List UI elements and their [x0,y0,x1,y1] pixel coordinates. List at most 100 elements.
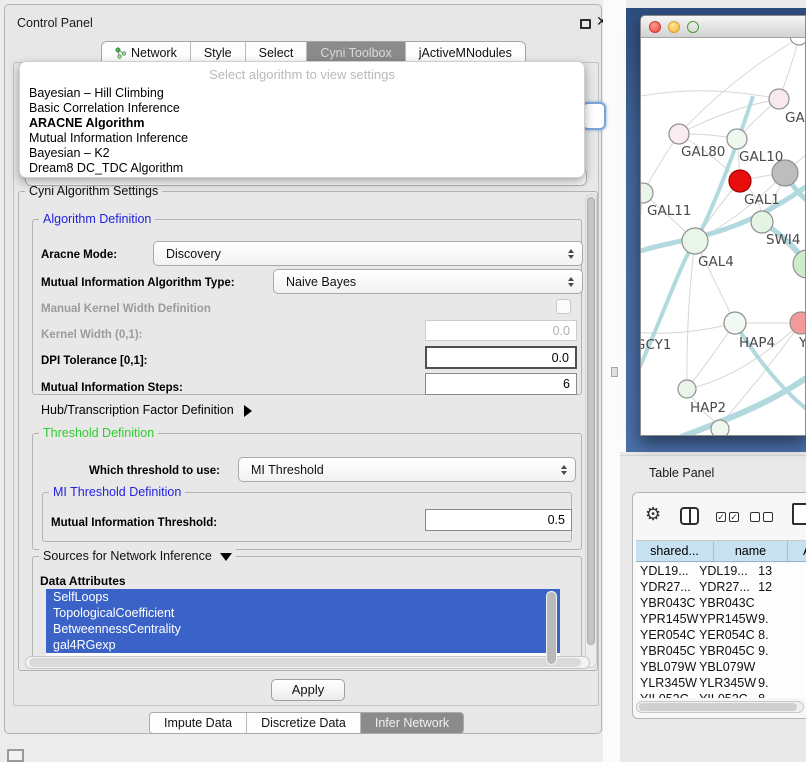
aracne-mode-select[interactable]: Discovery [153,241,583,266]
splitter-handle[interactable] [611,367,618,377]
threshold-definition-title: Threshold Definition [39,426,158,440]
node-gal4[interactable] [682,228,708,254]
algorithm-option[interactable]: Bayesian – Hill Climbing [20,86,584,101]
tab-style[interactable]: Style [191,42,246,63]
cell: 12 [758,579,806,595]
tab-impute-data[interactable]: Impute Data [150,713,247,733]
node-salmon[interactable] [790,312,806,334]
kernel-width-input[interactable] [425,320,577,341]
expanded-arrow-icon [220,553,232,561]
table-row[interactable]: YBL079WYBL079W [636,659,806,675]
column-header-name[interactable]: name [714,541,788,561]
attribute-item[interactable]: SelfLoops [46,589,560,605]
deselect-all-checkbox-icon[interactable] [763,512,773,522]
table-row[interactable]: YIL052CYIL052C8. [636,691,806,698]
mi-type-select[interactable]: Naive Bayes [273,269,583,294]
node-gal80[interactable] [669,124,689,144]
apply-button[interactable]: Apply [271,679,345,701]
sources-group-title[interactable]: Sources for Network Inference [39,549,236,563]
algorithm-option[interactable]: Mutual Information Inference [20,131,584,146]
cell: 8. [758,691,806,698]
manual-kernel-label: Manual Kernel Width Definition [41,303,211,315]
screen: Control Panel ✕ Network Style Select Cyn… [0,0,806,762]
node[interactable] [790,38,806,45]
algorithm-option[interactable]: Bayesian – K2 [20,146,584,161]
mi-threshold-group-title: MI Threshold Definition [49,485,185,499]
manual-kernel-checkbox[interactable] [556,299,571,314]
scrollbar-thumb[interactable] [547,592,556,664]
document-icon[interactable] [792,503,806,525]
tab-infer-network[interactable]: Infer Network [361,713,463,733]
column-header-partial[interactable]: A [788,541,806,561]
algorithm-dropdown-list: Select algorithm to view settings Bayesi… [19,61,585,178]
table-row[interactable]: YER054CYER054C8. [636,627,806,643]
select-all-checkbox-icon[interactable]: ✓ [729,512,739,522]
node[interactable] [711,420,729,436]
node-label: GAL1 [744,192,780,208]
node-hap2[interactable] [678,380,696,398]
close-traffic-light-icon[interactable] [649,21,661,33]
mi-steps-input[interactable] [425,373,577,395]
algorithm-definition-title: Algorithm Definition [39,212,155,226]
attribute-item[interactable]: TopologicalCoefficient [46,605,560,621]
network-window-titlebar[interactable] [641,16,805,38]
scrollbar-thumb[interactable] [29,658,581,667]
node-gal1-red[interactable] [729,170,751,192]
table-body: YDL19...YDL19...13 YDR27...YDR27...12 YB… [636,563,806,698]
which-threshold-select[interactable]: MI Threshold [238,457,576,482]
deselect-all-checkbox-icon[interactable] [750,512,760,522]
cell: YDR27... [699,579,758,595]
node-label: SWI4 [766,232,801,248]
scrollbar-thumb[interactable] [639,703,797,711]
obscured-focused-combo-fragment [582,102,606,130]
hub-definition-toggle[interactable]: Hub/Transcription Factor Definition [41,403,252,417]
minimize-traffic-light-icon[interactable] [668,21,680,33]
attributes-list-scrollbar[interactable] [546,591,557,665]
select-all-checkbox-icon[interactable]: ✓ [716,512,726,522]
combo-arrows-icon [568,277,574,287]
algorithm-option-selected[interactable]: ARACNE Algorithm [20,116,584,131]
algorithm-option[interactable]: Basic Correlation Inference [20,101,584,116]
attribute-item[interactable]: BetweennessCentrality [46,621,560,637]
settings-group-title: Cyni Algorithm Settings [25,184,162,198]
columns-icon[interactable] [680,507,699,525]
settings-horizontal-scrollbar[interactable] [25,656,590,669]
scrollbar-thumb[interactable] [587,197,595,645]
cell: YDL19... [699,563,758,579]
tab-discretize-data[interactable]: Discretize Data [247,713,361,733]
settings-vertical-scrollbar[interactable] [585,194,597,668]
node-gal10[interactable] [727,129,747,149]
table-horizontal-scrollbar[interactable] [636,701,804,713]
dpi-tolerance-input[interactable] [425,346,577,369]
cell: 13 [758,563,806,579]
mi-threshold-input[interactable] [425,509,572,531]
node-label: GAL10 [739,149,783,165]
gear-icon[interactable]: ⚙ [645,504,661,525]
table-row[interactable]: YLR345WYLR345W9. [636,675,806,691]
tab-jactivemnodules[interactable]: jActiveMNodules [406,42,525,63]
node[interactable] [769,89,789,109]
network-canvas[interactable]: GAL GAL80 GAL10 GAL1 GAL11 SWI4 GAL4 GCY… [641,38,806,436]
algorithm-option[interactable]: Dream8 DC_TDC Algorithm [20,161,584,176]
table-row[interactable]: YDL19...YDL19...13 [636,563,806,579]
table-row[interactable]: YPR145WYPR145W9. [636,611,806,627]
table-row[interactable]: YDR27...YDR27...12 [636,579,806,595]
float-window-icon[interactable] [580,19,591,29]
zoom-traffic-light-icon[interactable] [687,21,699,33]
node-swi4[interactable] [751,211,773,233]
tab-select[interactable]: Select [246,42,308,63]
tab-network[interactable]: Network [102,42,191,63]
minimized-panel-icon[interactable] [7,749,24,762]
table-row[interactable]: YBR043CYBR043C [636,595,806,611]
cell: 8. [758,627,806,643]
attribute-item[interactable]: gal4RGexp [46,637,560,653]
table-row[interactable]: YBR045CYBR045C9. [636,643,806,659]
which-threshold-value: MI Threshold [251,463,324,477]
tab-cyni-toolbox[interactable]: Cyni Toolbox [307,42,405,63]
cell: YLR345W [699,675,758,691]
node-hap4[interactable] [724,312,746,334]
cell: YIL052C [636,691,699,698]
node[interactable] [793,250,806,278]
tab-select-label: Select [259,46,294,60]
column-header-shared-name[interactable]: shared... [636,541,714,561]
